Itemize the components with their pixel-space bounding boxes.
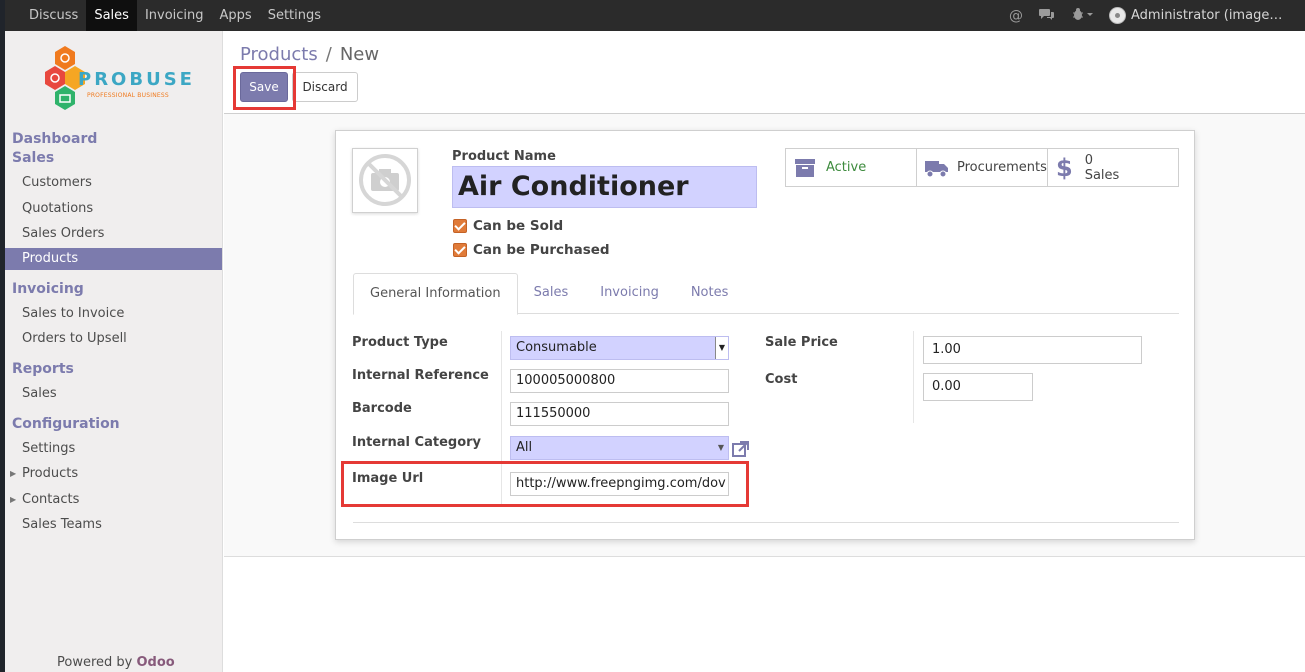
- systray: @ Administrator (image…: [1009, 0, 1305, 31]
- section-configuration: Configuration: [12, 416, 120, 432]
- menu-invoicing[interactable]: Invoicing: [137, 0, 212, 31]
- can-be-purchased-label: Can be Purchased: [473, 242, 610, 258]
- can-be-purchased-row: Can be Purchased: [453, 242, 610, 258]
- avatar: [1109, 7, 1126, 24]
- debug-bug-icon[interactable]: [1071, 7, 1093, 25]
- can-be-sold-label: Can be Sold: [473, 218, 564, 234]
- cost-input[interactable]: 0.00: [923, 373, 1033, 401]
- chevron-down-icon: ▼: [717, 443, 724, 452]
- external-link-icon[interactable]: [732, 440, 750, 458]
- sales-stat-label: Sales: [1084, 167, 1120, 183]
- breadcrumb-current: New: [339, 44, 380, 65]
- logo-tagline: PROFESSIONAL BUSINESS: [87, 92, 169, 99]
- barcode-input[interactable]: 111550000: [510, 402, 729, 426]
- internal-category-label: Internal Category: [352, 435, 482, 450]
- powered-prefix: Powered by: [57, 655, 133, 670]
- procurements-label: Procurements: [957, 160, 1047, 175]
- tab-invoicing[interactable]: Invoicing: [584, 273, 675, 314]
- sidebar-item-contacts[interactable]: ▶ Contacts: [5, 489, 222, 511]
- chat-icon[interactable]: [1039, 7, 1055, 25]
- caret-right-icon: ▶: [10, 469, 17, 478]
- internal-reference-label: Internal Reference: [352, 368, 489, 383]
- section-invoicing: Invoicing: [12, 281, 84, 297]
- barcode-label: Barcode: [352, 401, 412, 416]
- logo-brand: PROBUSE: [78, 69, 195, 90]
- cost-label: Cost: [765, 372, 798, 387]
- field-separator: [913, 331, 914, 423]
- truck-icon: [925, 160, 948, 177]
- sidebar-item-settings[interactable]: Settings: [5, 438, 222, 460]
- top-navbar: Discuss Sales Invoicing Apps Settings @ …: [5, 0, 1305, 31]
- active-button[interactable]: Active: [786, 149, 917, 186]
- save-highlight-box: [233, 66, 296, 110]
- sales-count: 0: [1084, 152, 1093, 168]
- breadcrumb-separator: /: [325, 44, 332, 65]
- smart-buttons: Active Procurements $ 0 Sales: [785, 148, 1179, 187]
- discard-button[interactable]: Discard: [292, 72, 358, 102]
- can-be-sold-row: Can be Sold: [453, 218, 563, 234]
- product-type-label: Product Type: [352, 335, 448, 350]
- select-arrow-icon: ▼: [715, 337, 728, 359]
- sidebar-item-report-sales[interactable]: Sales: [5, 383, 222, 405]
- sidebar-item-sales-teams[interactable]: Sales Teams: [5, 514, 222, 536]
- sidebar-item-quotations[interactable]: Quotations: [5, 198, 222, 220]
- breadcrumb-products[interactable]: Products: [240, 44, 318, 65]
- company-logo: PROBUSE PROFESSIONAL BUSINESS: [45, 44, 195, 119]
- sidebar-item-config-products[interactable]: ▶ Products: [5, 463, 222, 485]
- tab-notes[interactable]: Notes: [675, 273, 745, 314]
- product-image[interactable]: [352, 148, 418, 213]
- sales-stat: 0 Sales: [1085, 153, 1120, 183]
- sidebar-item-sales-to-invoice[interactable]: Sales to Invoice: [5, 303, 222, 325]
- procurements-button[interactable]: Procurements: [917, 149, 1048, 186]
- menu-settings[interactable]: Settings: [260, 0, 329, 31]
- sidebar-item-label: Products: [22, 466, 79, 481]
- notebook-tabs: General Information Sales Invoicing Note…: [353, 273, 1179, 315]
- sidebar-item-orders-to-upsell[interactable]: Orders to Upsell: [5, 328, 222, 350]
- sidebar-item-customers[interactable]: Customers: [5, 172, 222, 194]
- menu-apps[interactable]: Apps: [212, 0, 260, 31]
- section-sales: Sales: [12, 150, 55, 166]
- product-type-select[interactable]: Consumable ▼: [510, 336, 729, 360]
- odoo-link[interactable]: Odoo: [137, 655, 175, 670]
- image-url-highlight-box: [341, 461, 749, 507]
- dollar-icon: $: [1056, 153, 1073, 182]
- sidebar: PROBUSE PROFESSIONAL BUSINESS Dashboard …: [5, 31, 223, 672]
- tab-sales[interactable]: Sales: [518, 273, 585, 314]
- product-type-value: Consumable: [516, 340, 597, 355]
- section-dashboard[interactable]: Dashboard: [12, 131, 97, 147]
- sales-stat-button[interactable]: $ 0 Sales: [1048, 149, 1178, 186]
- menu-discuss[interactable]: Discuss: [21, 0, 86, 31]
- product-name-input[interactable]: Air Conditioner: [452, 166, 757, 208]
- archive-icon: [795, 158, 815, 177]
- breadcrumb: Products / New: [240, 44, 379, 65]
- user-name: Administrator (image…: [1131, 8, 1283, 23]
- sidebar-item-sales-orders[interactable]: Sales Orders: [5, 223, 222, 245]
- at-mention-icon[interactable]: @: [1009, 8, 1023, 24]
- active-label: Active: [826, 160, 867, 175]
- app-menu: Discuss Sales Invoicing Apps Settings: [21, 0, 329, 31]
- section-reports: Reports: [12, 361, 74, 377]
- user-menu[interactable]: Administrator (image…: [1109, 7, 1305, 24]
- product-name-label: Product Name: [452, 149, 556, 164]
- sidebar-item-label: Contacts: [22, 492, 80, 507]
- tab-general-information[interactable]: General Information: [353, 273, 518, 315]
- sale-price-label: Sale Price: [765, 335, 838, 350]
- can-be-purchased-checkbox[interactable]: [453, 243, 467, 257]
- internal-reference-input[interactable]: 100005000800: [510, 369, 729, 393]
- sidebar-item-products[interactable]: Products: [5, 248, 222, 270]
- menu-sales[interactable]: Sales: [86, 0, 137, 31]
- caret-right-icon: ▶: [10, 495, 17, 504]
- sale-price-input[interactable]: 1.00: [923, 336, 1142, 364]
- can-be-sold-checkbox[interactable]: [453, 219, 467, 233]
- internal-category-select[interactable]: All ▼: [510, 436, 729, 460]
- form-bottom-divider: [353, 522, 1179, 523]
- internal-category-value: All: [516, 440, 533, 455]
- powered-by: Powered by Odoo: [57, 655, 175, 670]
